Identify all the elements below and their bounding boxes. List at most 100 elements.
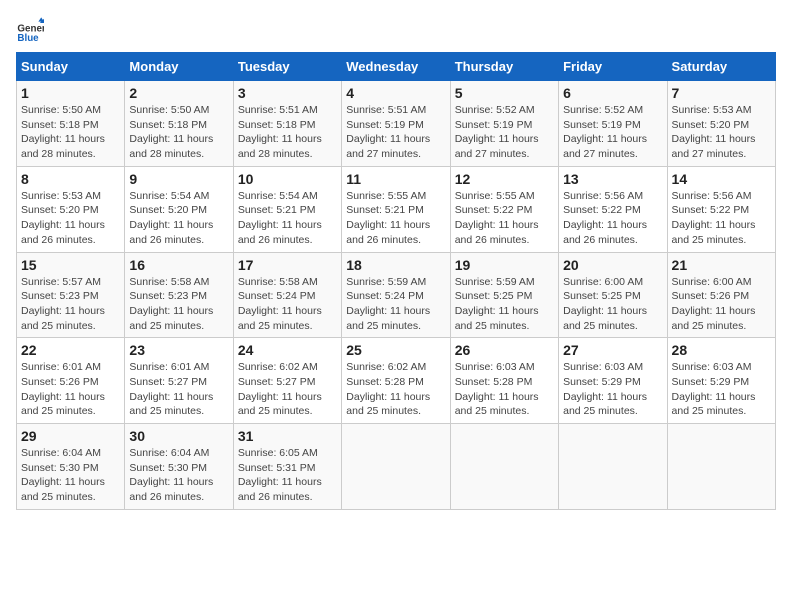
day-number: 15 <box>21 257 120 273</box>
day-detail: Sunrise: 5:55 AMSunset: 5:22 PMDaylight:… <box>455 189 554 248</box>
header-friday: Friday <box>559 53 667 81</box>
day-number: 9 <box>129 171 228 187</box>
day-number: 4 <box>346 85 445 101</box>
calendar-cell: 26 Sunrise: 6:03 AMSunset: 5:28 PMDayligh… <box>450 338 558 424</box>
day-detail: Sunrise: 5:54 AMSunset: 5:21 PMDaylight:… <box>238 189 337 248</box>
header-tuesday: Tuesday <box>233 53 341 81</box>
day-detail: Sunrise: 6:02 AMSunset: 5:27 PMDaylight:… <box>238 360 337 419</box>
day-detail: Sunrise: 5:56 AMSunset: 5:22 PMDaylight:… <box>563 189 662 248</box>
calendar-cell: 8Sunrise: 5:53 AMSunset: 5:20 PMDaylight… <box>17 166 125 252</box>
calendar-week-1: 1 Sunrise: 5:50 AMSunset: 5:18 PMDaylight… <box>17 81 776 167</box>
calendar-cell: 19 Sunrise: 5:59 AMSunset: 5:25 PMDayligh… <box>450 252 558 338</box>
calendar-cell: 3 Sunrise: 5:51 AMSunset: 5:18 PMDaylight… <box>233 81 341 167</box>
calendar-cell: 31 Sunrise: 6:05 AMSunset: 5:31 PMDayligh… <box>233 424 341 510</box>
day-number: 24 <box>238 342 337 358</box>
calendar-cell: 4Sunrise: 5:51 AMSunset: 5:19 PMDaylight… <box>342 81 450 167</box>
day-number: 25 <box>346 342 445 358</box>
day-number: 18 <box>346 257 445 273</box>
day-number: 19 <box>455 257 554 273</box>
day-detail: Sunrise: 6:02 AMSunset: 5:28 PMDaylight:… <box>346 360 445 419</box>
header-wednesday: Wednesday <box>342 53 450 81</box>
calendar-week-3: 15Sunrise: 5:57 AMSunset: 5:23 PMDayligh… <box>17 252 776 338</box>
day-detail: Sunrise: 6:03 AMSunset: 5:28 PMDaylight:… <box>455 360 554 419</box>
day-detail: Sunrise: 6:03 AMSunset: 5:29 PMDaylight:… <box>563 360 662 419</box>
day-number: 27 <box>563 342 662 358</box>
day-detail: Sunrise: 6:04 AMSunset: 5:30 PMDaylight:… <box>21 446 120 505</box>
logo: General Blue <box>16 16 48 44</box>
day-detail: Sunrise: 6:00 AMSunset: 5:26 PMDaylight:… <box>672 275 771 334</box>
day-number: 30 <box>129 428 228 444</box>
day-number: 5 <box>455 85 554 101</box>
day-detail: Sunrise: 5:55 AMSunset: 5:21 PMDaylight:… <box>346 189 445 248</box>
calendar-cell <box>450 424 558 510</box>
calendar-cell <box>667 424 775 510</box>
calendar-cell: 29 Sunrise: 6:04 AMSunset: 5:30 PMDayligh… <box>17 424 125 510</box>
day-detail: Sunrise: 6:04 AMSunset: 5:30 PMDaylight:… <box>129 446 228 505</box>
day-number: 29 <box>21 428 120 444</box>
header-monday: Monday <box>125 53 233 81</box>
calendar-cell: 17Sunrise: 5:58 AMSunset: 5:24 PMDayligh… <box>233 252 341 338</box>
logo-icon: General Blue <box>16 16 44 44</box>
day-number: 10 <box>238 171 337 187</box>
day-detail: Sunrise: 5:53 AMSunset: 5:20 PMDaylight:… <box>21 189 120 248</box>
day-detail: Sunrise: 5:51 AMSunset: 5:18 PMDaylight:… <box>238 103 337 162</box>
calendar-header-row: SundayMondayTuesdayWednesdayThursdayFrid… <box>17 53 776 81</box>
calendar-cell: 24 Sunrise: 6:02 AMSunset: 5:27 PMDayligh… <box>233 338 341 424</box>
calendar-table: SundayMondayTuesdayWednesdayThursdayFrid… <box>16 52 776 510</box>
calendar-cell: 6 Sunrise: 5:52 AMSunset: 5:19 PMDaylight… <box>559 81 667 167</box>
day-number: 11 <box>346 171 445 187</box>
day-detail: Sunrise: 5:56 AMSunset: 5:22 PMDaylight:… <box>672 189 771 248</box>
calendar-cell: 27 Sunrise: 6:03 AMSunset: 5:29 PMDayligh… <box>559 338 667 424</box>
day-number: 20 <box>563 257 662 273</box>
calendar-cell <box>559 424 667 510</box>
day-detail: Sunrise: 5:52 AMSunset: 5:19 PMDaylight:… <box>455 103 554 162</box>
calendar-cell: 18 Sunrise: 5:59 AMSunset: 5:24 PMDayligh… <box>342 252 450 338</box>
day-detail: Sunrise: 5:52 AMSunset: 5:19 PMDaylight:… <box>563 103 662 162</box>
calendar-week-2: 8Sunrise: 5:53 AMSunset: 5:20 PMDaylight… <box>17 166 776 252</box>
day-number: 16 <box>129 257 228 273</box>
calendar-cell: 5 Sunrise: 5:52 AMSunset: 5:19 PMDaylight… <box>450 81 558 167</box>
calendar-cell: 10 Sunrise: 5:54 AMSunset: 5:21 PMDayligh… <box>233 166 341 252</box>
day-detail: Sunrise: 6:00 AMSunset: 5:25 PMDaylight:… <box>563 275 662 334</box>
day-number: 12 <box>455 171 554 187</box>
header-thursday: Thursday <box>450 53 558 81</box>
day-detail: Sunrise: 6:01 AMSunset: 5:27 PMDaylight:… <box>129 360 228 419</box>
calendar-cell: 1 Sunrise: 5:50 AMSunset: 5:18 PMDaylight… <box>17 81 125 167</box>
day-number: 22 <box>21 342 120 358</box>
day-number: 6 <box>563 85 662 101</box>
day-number: 28 <box>672 342 771 358</box>
calendar-cell: 9Sunrise: 5:54 AMSunset: 5:20 PMDaylight… <box>125 166 233 252</box>
day-detail: Sunrise: 5:53 AMSunset: 5:20 PMDaylight:… <box>672 103 771 162</box>
day-number: 31 <box>238 428 337 444</box>
calendar-cell: 21 Sunrise: 6:00 AMSunset: 5:26 PMDayligh… <box>667 252 775 338</box>
calendar-cell: 22 Sunrise: 6:01 AMSunset: 5:26 PMDayligh… <box>17 338 125 424</box>
day-number: 23 <box>129 342 228 358</box>
day-detail: Sunrise: 5:59 AMSunset: 5:25 PMDaylight:… <box>455 275 554 334</box>
day-number: 3 <box>238 85 337 101</box>
header-saturday: Saturday <box>667 53 775 81</box>
day-number: 26 <box>455 342 554 358</box>
page-header: General Blue <box>16 16 776 44</box>
day-detail: Sunrise: 6:01 AMSunset: 5:26 PMDaylight:… <box>21 360 120 419</box>
calendar-week-5: 29 Sunrise: 6:04 AMSunset: 5:30 PMDayligh… <box>17 424 776 510</box>
svg-text:Blue: Blue <box>17 33 39 44</box>
day-detail: Sunrise: 5:50 AMSunset: 5:18 PMDaylight:… <box>21 103 120 162</box>
day-detail: Sunrise: 5:50 AMSunset: 5:18 PMDaylight:… <box>129 103 228 162</box>
calendar-cell: 30 Sunrise: 6:04 AMSunset: 5:30 PMDayligh… <box>125 424 233 510</box>
day-number: 21 <box>672 257 771 273</box>
day-number: 13 <box>563 171 662 187</box>
calendar-cell: 20 Sunrise: 6:00 AMSunset: 5:25 PMDayligh… <box>559 252 667 338</box>
day-detail: Sunrise: 6:05 AMSunset: 5:31 PMDaylight:… <box>238 446 337 505</box>
header-sunday: Sunday <box>17 53 125 81</box>
day-detail: Sunrise: 5:58 AMSunset: 5:23 PMDaylight:… <box>129 275 228 334</box>
day-detail: Sunrise: 5:59 AMSunset: 5:24 PMDaylight:… <box>346 275 445 334</box>
calendar-cell: 7Sunrise: 5:53 AMSunset: 5:20 PMDaylight… <box>667 81 775 167</box>
day-number: 1 <box>21 85 120 101</box>
day-number: 17 <box>238 257 337 273</box>
calendar-cell: 15Sunrise: 5:57 AMSunset: 5:23 PMDayligh… <box>17 252 125 338</box>
day-detail: Sunrise: 6:03 AMSunset: 5:29 PMDaylight:… <box>672 360 771 419</box>
calendar-cell: 28 Sunrise: 6:03 AMSunset: 5:29 PMDayligh… <box>667 338 775 424</box>
day-number: 2 <box>129 85 228 101</box>
calendar-cell: 2 Sunrise: 5:50 AMSunset: 5:18 PMDaylight… <box>125 81 233 167</box>
calendar-cell <box>342 424 450 510</box>
